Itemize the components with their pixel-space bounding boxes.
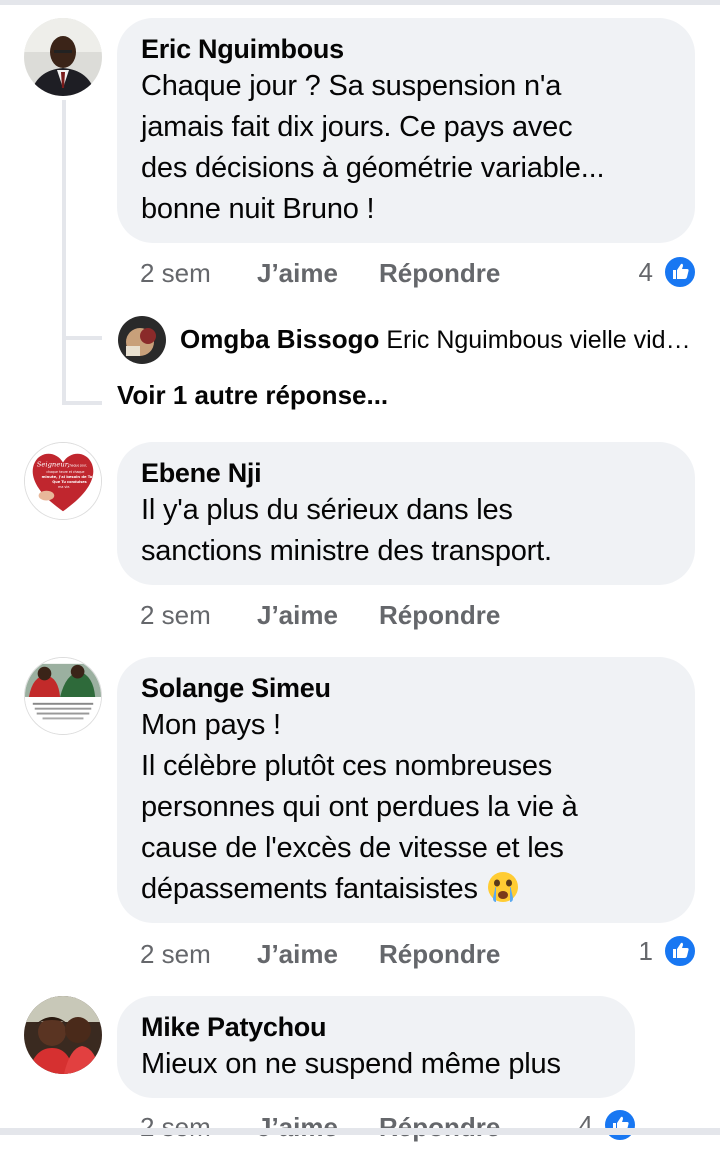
reaction-summary[interactable]: 4	[600, 255, 697, 291]
comment-author[interactable]: Eric Nguimbous	[141, 32, 671, 66]
view-more-replies-link[interactable]: Voir 1 autre réponse...	[117, 380, 388, 411]
comment-author[interactable]: Solange Simeu	[141, 671, 671, 705]
avatar-text: minute, j'ai besoin de Toi.	[42, 475, 96, 479]
comment-text-wrapper: Mon pays ! Il célèbre plutôt ces nombreu…	[141, 705, 671, 910]
thread-line	[62, 100, 66, 405]
avatar-text: Seigneur,	[37, 460, 70, 468]
reply-preview[interactable]: Omgba Bissogo Eric Nguimbous vielle vid…	[118, 316, 708, 364]
avatar[interactable]	[24, 996, 102, 1074]
reply-button[interactable]: Répondre	[379, 939, 500, 970]
like-button[interactable]: J’aime	[257, 939, 338, 970]
comment-author[interactable]: Mike Patychou	[141, 1010, 611, 1044]
comment-bubble: Ebene Nji Il y'a plus du sérieux dans le…	[117, 442, 695, 585]
comment-timestamp[interactable]: 2 sem	[140, 939, 211, 970]
reply-author[interactable]: Omgba Bissogo	[180, 324, 379, 354]
comment-timestamp[interactable]: 2 sem	[140, 600, 211, 631]
reaction-summary[interactable]: 1	[600, 934, 697, 970]
comment-bubble: Eric Nguimbous Chaque jour ? Sa suspensi…	[117, 18, 695, 243]
reaction-summary[interactable]: 4	[540, 1108, 637, 1144]
comment-text: Il y'a plus du sérieux dans les sanction…	[141, 494, 552, 567]
like-reaction-icon	[663, 934, 697, 968]
avatar[interactable]: Seigneur, chaque jour, chaque heure et c…	[24, 442, 102, 520]
avatar-text: chaque heure et chaque	[46, 470, 84, 474]
reaction-count: 4	[638, 257, 653, 287]
avatar-text: chaque jour,	[68, 463, 87, 467]
reply-preview-text: Omgba Bissogo Eric Nguimbous vielle vid…	[180, 324, 700, 355]
bottom-divider	[0, 1128, 720, 1135]
avatar-text: ma vie.	[58, 485, 70, 489]
thread-connector	[62, 401, 102, 405]
comment-bubble: Mike Patychou Mieux on ne suspend même p…	[117, 996, 635, 1098]
comment-author[interactable]: Ebene Nji	[141, 456, 671, 490]
reply-button[interactable]: Répondre	[379, 258, 500, 289]
like-reaction-icon	[603, 1108, 637, 1142]
crying-face-emoji	[486, 870, 520, 904]
like-button[interactable]: J’aime	[257, 258, 338, 289]
avatar[interactable]	[24, 18, 102, 96]
comment-text: Chaque jour ? Sa suspension n'a jamais f…	[141, 70, 605, 225]
like-reaction-icon	[663, 255, 697, 289]
avatar[interactable]	[24, 657, 102, 735]
reply-snippet: Eric Nguimbous vielle vid…	[386, 326, 691, 354]
comment-text: Mieux on ne suspend même plus	[141, 1048, 561, 1080]
avatar-text: Que Tu conduises	[52, 480, 86, 484]
like-button[interactable]: J’aime	[257, 600, 338, 631]
avatar[interactable]	[118, 316, 166, 364]
comment-timestamp[interactable]: 2 sem	[140, 258, 211, 289]
reaction-count: 1	[638, 936, 653, 966]
reaction-count: 4	[578, 1110, 593, 1140]
reply-button[interactable]: Répondre	[379, 600, 500, 631]
comment-actions: 2 sem J’aime Répondre	[140, 600, 700, 640]
top-divider	[0, 0, 720, 5]
thread-connector	[62, 336, 102, 340]
comment-bubble: Solange Simeu Mon pays ! Il célèbre plut…	[117, 657, 695, 923]
